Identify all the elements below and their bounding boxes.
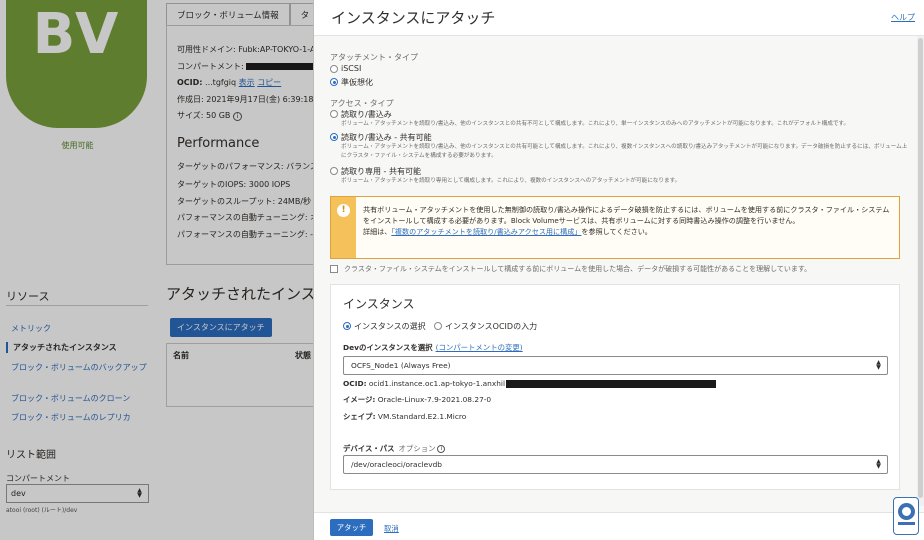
radio-description: ボリューム・アタッチメントを読取り/書込み、他のインスタンスとの共有不可として構… (341, 121, 850, 127)
shape-value: VM.Standard.E2.1.Micro (377, 412, 467, 421)
instance-section-title: インスタンス (343, 297, 415, 311)
radio-button[interactable] (330, 65, 338, 73)
radio-label: 読取り専用 - 共有可能 (341, 167, 421, 176)
radio-button[interactable] (330, 78, 338, 86)
instance-panel: インスタンス インスタンスの選択 インスタンスOCIDの入力 Devのインスタン… (330, 284, 900, 490)
radio-read-write[interactable]: 読取り/書込み (330, 109, 392, 120)
radio-description: ボリューム・アタッチメントを読取り/書込み、他のインスタンスとの共有可能として構… (341, 144, 908, 159)
radio-iscsi[interactable]: iSCSI (330, 64, 361, 73)
acknowledge-checkbox-row[interactable]: クラスタ・ファイル・システムをインストールして構成する前にボリュームを使用した場… (330, 264, 811, 274)
help-link[interactable]: ヘルプ (891, 12, 915, 23)
radio-button[interactable] (434, 322, 442, 330)
cancel-link[interactable]: 取消 (384, 523, 399, 534)
instance-select[interactable]: OCFS_Node1 (Always Free) ▲ ▼ (343, 356, 888, 375)
attach-button[interactable]: アタッチ (330, 519, 373, 536)
warning-icon: ! (337, 204, 350, 217)
shape-label: シェイプ: (343, 412, 376, 421)
scrollbar-thumb[interactable] (918, 38, 923, 498)
dialog-header: インスタンスにアタッチ ヘルプ (314, 0, 924, 36)
chevron-updown-icon: ▲ ▼ (876, 359, 881, 371)
device-path-select[interactable]: /dev/oracleoci/oraclevdb ▲ ▼ (343, 455, 888, 474)
instance-ocid: OCID: ocid1.instance.oc1.ap-tokyo-1.anxh… (343, 379, 717, 388)
radio-description: ボリューム・アタッチメントを読取り専用として構成します。これにより、複数のインス… (341, 178, 681, 184)
radio-button[interactable] (330, 110, 338, 118)
warning-text: 共有ボリューム・アタッチメントを使用した無制御の読取り/書込み操作によるデータ破… (363, 204, 895, 237)
radio-read-only-shareable[interactable]: 読取り専用 - 共有可能 (330, 166, 421, 177)
device-path-label: デバイス・パス オプション i (343, 443, 446, 454)
access-type-label: アクセス・タイプ (330, 99, 394, 108)
instance-select-label: Devのインスタンスを選択 (コンパートメントの変更) (343, 342, 523, 353)
radio-button[interactable] (330, 133, 338, 141)
chevron-updown-icon: ▲ ▼ (876, 458, 881, 470)
warning-strip: ! (331, 197, 356, 258)
dialog-scrollbar[interactable] (917, 36, 924, 506)
radio-label: iSCSI (341, 64, 362, 73)
warning-detail-prefix: 詳細は、 (363, 227, 392, 236)
radio-select-instance[interactable]: インスタンスの選択 (343, 321, 426, 332)
radio-label: 読取り/書込み (341, 110, 392, 119)
change-compartment-link[interactable]: (コンパートメントの変更) (436, 343, 523, 352)
attach-instance-dialog: インスタンスにアタッチ ヘルプ アタッチメント・タイプ iSCSI 準仮想化 ア… (313, 0, 924, 540)
radio-read-write-shareable[interactable]: 読取り/書込み - 共有可能 (330, 132, 432, 143)
device-path-optional: オプション (398, 444, 436, 453)
redacted-block (506, 380, 717, 388)
acknowledge-checkbox[interactable] (330, 265, 338, 273)
lifebuoy-ring (898, 503, 915, 520)
warning-body: 共有ボリューム・アタッチメントを使用した無制御の読取り/書込み操作によるデータ破… (363, 205, 890, 225)
instance-image: イメージ: Oracle-Linux-7.9-2021.08.27-0 (343, 394, 491, 405)
warning-banner: ! 共有ボリューム・アタッチメントを使用した無制御の読取り/書込み操作によるデー… (330, 196, 900, 259)
help-lifebuoy-icon[interactable] (893, 497, 919, 535)
radio-label: インスタンスの選択 (354, 322, 426, 331)
lifebuoy-base (898, 522, 915, 531)
instance-select-value: OCFS_Node1 (Always Free) (351, 361, 451, 370)
radio-button[interactable] (330, 167, 338, 175)
radio-button[interactable] (343, 322, 351, 330)
radio-paravirtualized[interactable]: 準仮想化 (330, 77, 373, 88)
instance-select-label-text: Devのインスタンスを選択 (343, 343, 433, 352)
radio-enter-ocid[interactable]: インスタンスOCIDの入力 (434, 321, 537, 332)
dialog-title: インスタンスにアタッチ (331, 9, 496, 27)
info-icon[interactable]: i (437, 445, 446, 453)
ocid-value: ocid1.instance.oc1.ap-tokyo-1.anxhil (368, 379, 506, 388)
warning-detail-link[interactable]: 「複数のアタッチメントを読取り/書込みアクセス用に構成」 (391, 227, 581, 236)
dialog-footer: アタッチ 取消 (314, 512, 924, 540)
instance-shape: シェイプ: VM.Standard.E2.1.Micro (343, 411, 466, 422)
radio-label: 準仮想化 (341, 78, 373, 87)
acknowledge-text: クラスタ・ファイル・システムをインストールして構成する前にボリュームを使用した場… (344, 265, 812, 273)
radio-label: 読取り/書込み - 共有可能 (341, 133, 432, 142)
image-value: Oracle-Linux-7.9-2021.08.27-0 (377, 395, 492, 404)
device-path-label-text: デバイス・パス (343, 444, 395, 453)
device-path-value: /dev/oracleoci/oraclevdb (351, 460, 442, 469)
radio-label: インスタンスOCIDの入力 (445, 322, 538, 331)
attachment-type-label: アタッチメント・タイプ (330, 53, 418, 62)
image-label: イメージ: (343, 395, 376, 404)
warning-detail-suffix: を参照してください。 (581, 227, 652, 236)
ocid-label: OCID: (343, 379, 367, 388)
